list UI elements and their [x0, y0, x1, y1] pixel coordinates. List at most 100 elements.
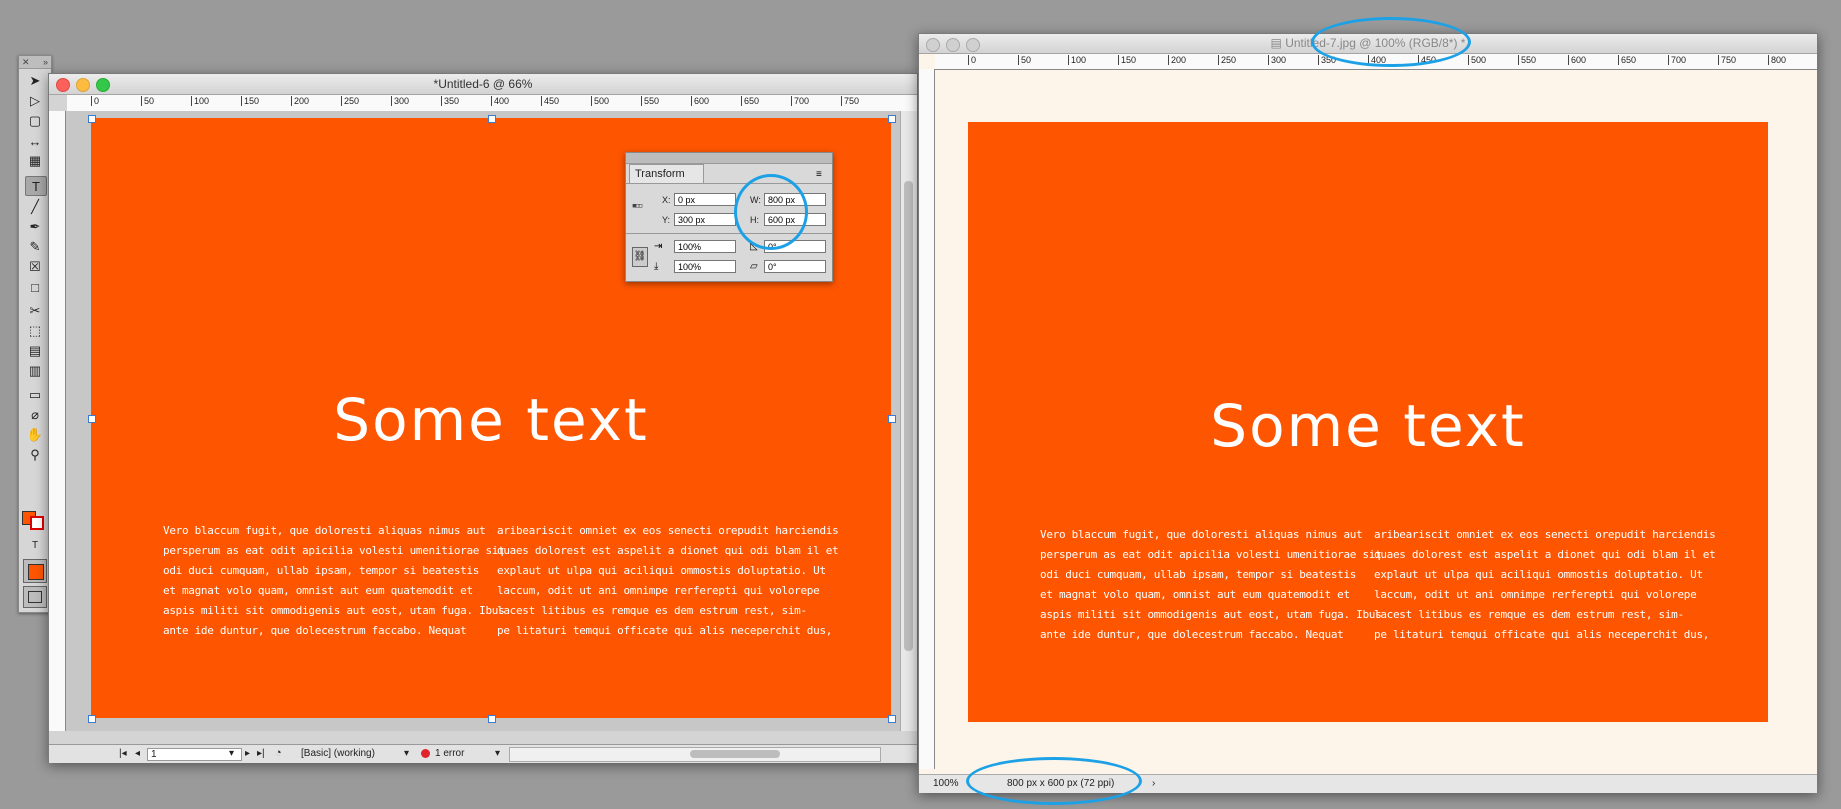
chevron-down-icon[interactable]: ▾ — [229, 748, 234, 759]
gradient-tool-icon[interactable]: ▤ — [25, 342, 45, 360]
ruler-tick-label: 300 — [1268, 55, 1286, 65]
x-label: X: — [662, 195, 671, 205]
ruler-tick-label: 0 — [968, 55, 976, 65]
ruler-tick-label: 750 — [841, 96, 859, 106]
constrain-proportions-icon[interactable]: ⛓ — [632, 247, 648, 267]
scale-y-icon: ⤓ — [654, 261, 659, 272]
ruler-tick-label: 650 — [741, 96, 759, 106]
hand-tool-icon[interactable]: ✋ — [25, 426, 45, 444]
tab-transform[interactable]: Transform — [629, 164, 704, 183]
body-text-column-2[interactable]: aribeariscit omniet ex eos senecti orepu… — [497, 521, 839, 641]
ruler-tick-label: 0 — [91, 96, 99, 106]
ruler-tick-label: 400 — [491, 96, 509, 106]
page-number-field[interactable]: 1 — [147, 748, 242, 761]
indesign-status-bar: |◂ ◂ 1 ▾ ▸ ▸| ◔ [Basic] (working) ▾ 1 er… — [49, 744, 917, 763]
ruler-tick-label: 200 — [291, 96, 309, 106]
previous-page-icon[interactable]: ◂ — [135, 748, 140, 759]
highlight-circle — [734, 174, 808, 250]
selection-handle[interactable] — [888, 415, 896, 423]
x-position-field[interactable]: 0 px — [674, 193, 736, 206]
zoom-level[interactable]: 100% — [933, 778, 959, 789]
direct-selection-tool-icon[interactable]: ▷ — [25, 92, 45, 110]
chevron-right-icon[interactable]: › — [1152, 778, 1155, 789]
selection-handle[interactable] — [888, 115, 896, 123]
panel-menu-icon[interactable]: ≡ — [816, 169, 822, 180]
body-text-column-1[interactable]: Vero blaccum fugit, que doloresti aliqua… — [163, 521, 505, 641]
type-tool-icon[interactable]: T — [25, 176, 47, 196]
highlight-circle — [1311, 17, 1471, 67]
format-text-icon[interactable]: T — [25, 536, 45, 554]
body-text-column-2: aribeariscit omniet ex eos senecti orepu… — [1374, 528, 1716, 641]
minimize-window-button[interactable] — [76, 78, 90, 92]
tools-panel: ✕» ➤ ▷ ▢ ↔ ▦ T ╱ ✒ ✎ ☒ □ ✂ ⬚ ▤ ▥ ▭ ⌀ ✋ ⚲… — [18, 55, 52, 613]
vertical-scrollbar[interactable] — [900, 111, 917, 731]
horizontal-scroll-thumb[interactable] — [690, 750, 780, 758]
ruler-tick-label: 250 — [1218, 55, 1236, 65]
y-label: Y: — [662, 215, 671, 225]
selection-tool-icon[interactable]: ➤ — [25, 72, 45, 90]
preflight-profile-menu[interactable]: [Basic] (working) — [301, 748, 375, 759]
ruler-tick-label: 700 — [1668, 55, 1686, 65]
shear-field[interactable]: 0° — [764, 260, 826, 273]
close-window-button[interactable] — [926, 38, 940, 52]
selection-handle[interactable] — [888, 715, 896, 723]
indesign-title-bar[interactable]: *Untitled-6 @ 66% — [49, 74, 917, 95]
close-icon[interactable]: ✕ — [22, 56, 30, 68]
scissors-tool-icon[interactable]: ✂ — [25, 302, 45, 320]
first-page-icon[interactable]: |◂ — [119, 748, 127, 759]
rectangle-tool-icon[interactable]: □ — [25, 278, 45, 296]
ruler-tick-label: 50 — [1018, 55, 1031, 65]
close-window-button[interactable] — [56, 78, 70, 92]
pen-tool-icon[interactable]: ✒ — [25, 218, 45, 236]
chevron-down-icon[interactable]: ▾ — [495, 748, 500, 759]
selection-handle[interactable] — [88, 115, 96, 123]
ruler-tick-label: 550 — [1518, 55, 1536, 65]
vertical-ruler[interactable] — [49, 111, 66, 731]
collapse-icon[interactable]: » — [43, 56, 48, 68]
scale-x-field[interactable]: 100% — [674, 240, 736, 253]
content-collector-tool-icon[interactable]: ▦ — [25, 152, 45, 170]
tools-panel-header[interactable]: ✕» — [19, 56, 51, 69]
rectangle-frame-tool-icon[interactable]: ☒ — [25, 258, 45, 276]
screen-mode-button[interactable] — [23, 586, 47, 608]
image-canvas[interactable]: Some text Vero blaccum fugit, que dolore… — [968, 122, 1768, 722]
selection-handle[interactable] — [88, 715, 96, 723]
preflight-icon[interactable]: ◔ — [275, 747, 282, 759]
next-page-icon[interactable]: ▸ — [245, 748, 250, 759]
selection-handle[interactable] — [488, 715, 496, 723]
last-page-icon[interactable]: ▸| — [257, 748, 265, 759]
pencil-tool-icon[interactable]: ✎ — [25, 238, 45, 256]
transform-panel-header[interactable] — [626, 153, 832, 164]
eyedropper-tool-icon[interactable]: ⌀ — [25, 406, 45, 424]
scale-x-icon: ⇥ — [654, 241, 663, 252]
preflight-error-count[interactable]: 1 error — [435, 748, 464, 759]
horizontal-ruler[interactable]: 0 50 100 150 200 250 300 350 400 450 500 550 600 650 7… — [67, 95, 917, 112]
note-tool-icon[interactable]: ▭ — [25, 386, 45, 404]
zoom-tool-icon[interactable]: ⚲ — [25, 446, 45, 464]
vertical-ruler[interactable] — [919, 69, 935, 769]
reference-point-icon[interactable]: ▪▫▫ — [632, 197, 643, 213]
zoom-window-button[interactable] — [96, 78, 110, 92]
ruler-tick-label: 500 — [1468, 55, 1486, 65]
horizontal-scrollbar[interactable] — [509, 747, 881, 762]
zoom-window-button[interactable] — [966, 38, 980, 52]
minimize-window-button[interactable] — [946, 38, 960, 52]
stroke-swatch[interactable] — [30, 516, 44, 530]
chevron-down-icon[interactable]: ▾ — [404, 748, 409, 759]
apply-color-button[interactable] — [23, 559, 47, 583]
vertical-scroll-thumb[interactable] — [904, 181, 913, 651]
headline-text[interactable]: Some text — [91, 386, 891, 454]
selection-handle[interactable] — [488, 115, 496, 123]
scale-y-field[interactable]: 100% — [674, 260, 736, 273]
ruler-tick-label: 600 — [691, 96, 709, 106]
y-position-field[interactable]: 300 px — [674, 213, 736, 226]
line-tool-icon[interactable]: ╱ — [25, 198, 45, 216]
free-transform-tool-icon[interactable]: ⬚ — [25, 322, 45, 340]
ruler-tick-label: 300 — [391, 96, 409, 106]
ruler-tick-label: 350 — [441, 96, 459, 106]
gap-tool-icon[interactable]: ↔ — [25, 132, 45, 150]
selection-handle[interactable] — [88, 415, 96, 423]
page-tool-icon[interactable]: ▢ — [25, 112, 45, 130]
gradient-feather-tool-icon[interactable]: ▥ — [25, 362, 45, 380]
ruler-tick-label: 700 — [791, 96, 809, 106]
